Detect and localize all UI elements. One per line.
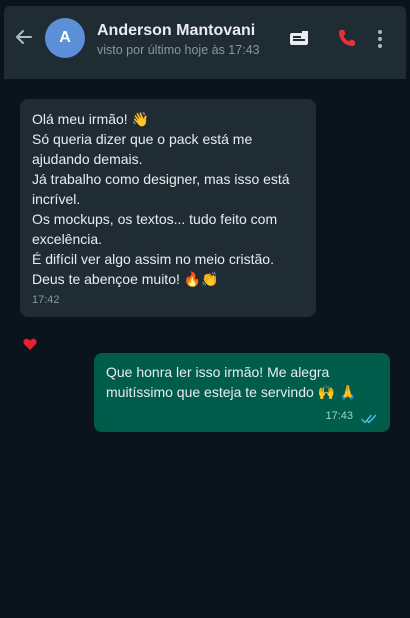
message-line: Os mockups, os textos... tudo feito com bbox=[32, 211, 278, 227]
message-line: Só queria dizer que o pack está me bbox=[32, 131, 253, 147]
more-vertical-icon[interactable] bbox=[375, 28, 385, 50]
incoming-message[interactable]: Olá meu irmão! 👋 Só queria dizer que o p… bbox=[20, 99, 316, 317]
message-line: excelência. bbox=[32, 231, 103, 247]
message-time: 17:42 bbox=[32, 294, 60, 306]
arrow-left-icon[interactable] bbox=[15, 28, 33, 46]
message-time: 17:43 bbox=[325, 410, 353, 422]
message-line: Que honra ler isso irmão! Me alegra bbox=[106, 364, 330, 380]
outgoing-message[interactable]: Que honra ler isso irmão! Me alegra muit… bbox=[94, 353, 390, 432]
message-line: ajudando demais. bbox=[32, 151, 143, 167]
avatar[interactable]: A bbox=[45, 18, 85, 58]
message-line: Já trabalho como designer, mas isso está bbox=[32, 171, 290, 187]
message-line: Deus te abençoe muito! 🔥👏 bbox=[32, 271, 219, 287]
last-seen-status: visto por último hoje às 17:43 bbox=[97, 43, 260, 57]
video-call-icon[interactable] bbox=[288, 28, 310, 50]
message-line: incrível. bbox=[32, 191, 81, 207]
outgoing-message-text: Que honra ler isso irmão! Me alegra muit… bbox=[106, 362, 386, 402]
message-line: É difícil ver algo assim no meio cristão… bbox=[32, 251, 274, 267]
incoming-message-text: Olá meu irmão! 👋 Só queria dizer que o p… bbox=[32, 109, 312, 289]
double-check-icon bbox=[361, 410, 379, 424]
phone-icon[interactable] bbox=[336, 27, 358, 49]
message-line: muitíssimo que esteja te servindo 🙌 🙏 bbox=[106, 384, 357, 400]
message-line: Olá meu irmão! 👋 bbox=[32, 111, 150, 127]
contact-name[interactable]: Anderson Mantovani bbox=[97, 22, 255, 40]
heart-icon[interactable] bbox=[22, 336, 38, 352]
